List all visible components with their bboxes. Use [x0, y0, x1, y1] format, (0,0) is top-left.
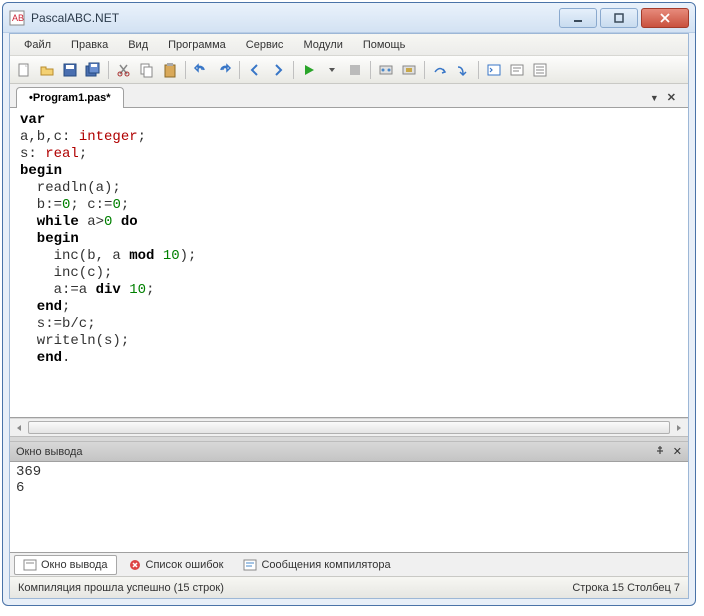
tab-dropdown-icon[interactable]: ▼	[650, 93, 659, 103]
new-file-icon[interactable]	[14, 60, 34, 80]
menu-program[interactable]: Программа	[158, 36, 236, 54]
toolbar-separator	[239, 61, 240, 79]
scroll-right-icon[interactable]	[671, 420, 687, 436]
step-over-icon[interactable]	[430, 60, 450, 80]
status-message: Компиляция прошла успешно (15 строк)	[18, 582, 224, 594]
nav-forward-icon[interactable]	[268, 60, 288, 80]
app-icon: AB	[9, 10, 25, 26]
close-panel-icon[interactable]: ✕	[673, 445, 682, 458]
build-icon[interactable]	[399, 60, 419, 80]
output-tab-icon	[23, 558, 37, 572]
minimize-button[interactable]	[559, 8, 597, 28]
save-icon[interactable]	[60, 60, 80, 80]
toolbar-separator	[478, 61, 479, 79]
tab-close-icon[interactable]: ✕	[665, 91, 678, 104]
window-controls	[559, 8, 689, 28]
cut-icon[interactable]	[114, 60, 134, 80]
scrollbar-thumb[interactable]	[28, 421, 670, 434]
tab-program1[interactable]: •Program1.pas*	[16, 87, 124, 108]
bottom-tab-errors[interactable]: Список ошибок	[119, 555, 233, 575]
terminal-icon[interactable]	[484, 60, 504, 80]
horizontal-scrollbar[interactable]	[10, 418, 688, 436]
status-position: Строка 15 Столбец 7	[572, 582, 680, 594]
output-icon[interactable]	[507, 60, 527, 80]
run-dropdown-icon[interactable]	[322, 60, 342, 80]
save-all-icon[interactable]	[83, 60, 103, 80]
stop-icon[interactable]	[345, 60, 365, 80]
menu-edit[interactable]: Правка	[61, 36, 118, 54]
menu-view[interactable]: Вид	[118, 36, 158, 54]
step-into-icon[interactable]	[453, 60, 473, 80]
output-panel-body[interactable]: 369 6	[10, 462, 688, 552]
properties-icon[interactable]	[530, 60, 550, 80]
pin-icon[interactable]	[655, 445, 665, 458]
output-panel-header: Окно вывода ✕	[10, 442, 688, 462]
menu-service[interactable]: Сервис	[236, 36, 294, 54]
bottom-tabs: Окно вывода Список ошибок Сообщения комп…	[10, 552, 688, 576]
toolbar-separator	[424, 61, 425, 79]
svg-text:AB: AB	[12, 13, 24, 23]
tab-label: •Program1.pas*	[29, 92, 111, 104]
open-file-icon[interactable]	[37, 60, 57, 80]
toolbar-separator	[293, 61, 294, 79]
statusbar: Компиляция прошла успешно (15 строк) Стр…	[10, 576, 688, 598]
output-panel-title: Окно вывода	[16, 446, 83, 458]
client-area: Файл Правка Вид Программа Сервис Модули …	[9, 33, 689, 599]
menu-file[interactable]: Файл	[14, 36, 61, 54]
code-editor[interactable]: var a,b,c: integer; s: real; begin readl…	[10, 108, 688, 418]
compiler-tab-icon	[243, 558, 257, 572]
titlebar: AB PascalABC.NET	[3, 3, 695, 33]
menu-modules[interactable]: Модули	[293, 36, 352, 54]
undo-icon[interactable]	[191, 60, 211, 80]
paste-icon[interactable]	[160, 60, 180, 80]
menu-help[interactable]: Помощь	[353, 36, 416, 54]
toolbar-separator	[370, 61, 371, 79]
copy-icon[interactable]	[137, 60, 157, 80]
maximize-button[interactable]	[600, 8, 638, 28]
toolbar-separator	[108, 61, 109, 79]
compile-icon[interactable]	[376, 60, 396, 80]
bottom-tab-output[interactable]: Окно вывода	[14, 555, 117, 575]
scroll-left-icon[interactable]	[11, 420, 27, 436]
app-title: PascalABC.NET	[31, 11, 559, 25]
close-button[interactable]	[641, 8, 689, 28]
nav-back-icon[interactable]	[245, 60, 265, 80]
toolbar-separator	[185, 61, 186, 79]
run-icon[interactable]	[299, 60, 319, 80]
bottom-tab-compiler[interactable]: Сообщения компилятора	[234, 555, 399, 575]
errors-tab-icon	[128, 558, 142, 572]
tabbar: •Program1.pas* ▼ ✕	[10, 84, 688, 108]
menubar: Файл Правка Вид Программа Сервис Модули …	[10, 34, 688, 56]
toolbar	[10, 56, 688, 84]
app-window: AB PascalABC.NET Файл Правка Вид Програм…	[2, 2, 696, 606]
redo-icon[interactable]	[214, 60, 234, 80]
